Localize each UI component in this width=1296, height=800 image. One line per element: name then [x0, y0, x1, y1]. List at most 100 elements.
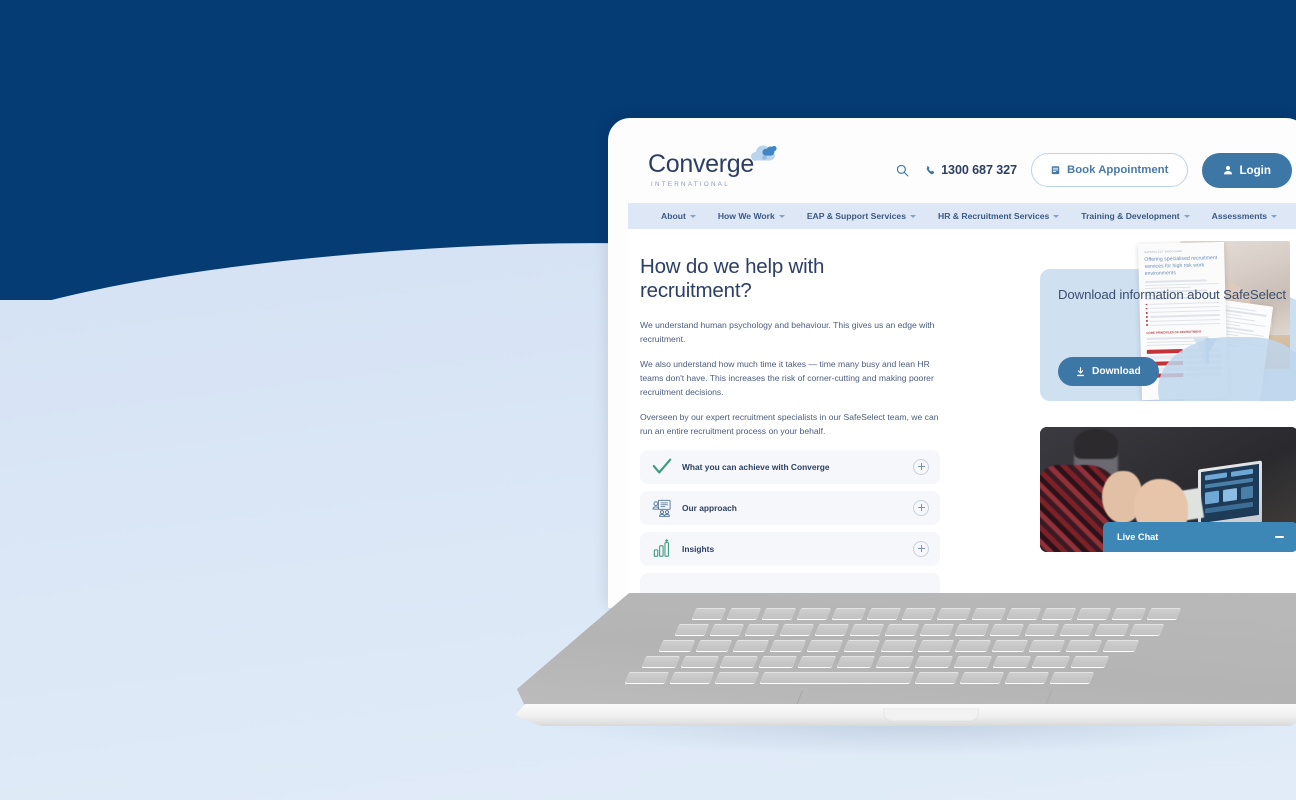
minimize-icon[interactable]	[1275, 536, 1284, 538]
book-appointment-button[interactable]: Book Appointment	[1030, 153, 1189, 187]
accordion-item-insights[interactable]: Insights	[640, 531, 940, 566]
bar-chart-icon	[649, 538, 675, 560]
keyboard-key	[1076, 608, 1112, 619]
keyboard-key	[1041, 608, 1077, 619]
keyboard-key	[780, 624, 815, 635]
keyboard-key	[953, 656, 993, 667]
calendar-icon	[1051, 165, 1060, 175]
keyboard-key	[843, 640, 880, 651]
login-button[interactable]: Login	[1202, 152, 1292, 188]
keyboard-key	[936, 608, 972, 619]
keyboard-key	[1031, 656, 1071, 667]
laptop-open-notch	[883, 708, 979, 722]
keyboard-key	[959, 672, 1005, 683]
keyboard-key	[1025, 624, 1060, 635]
logo-wordmark: Converge	[648, 150, 754, 178]
chevron-down-icon	[1053, 214, 1060, 218]
accordion-item-achieve[interactable]: What you can achieve with Converge	[640, 449, 940, 484]
keyboard-key	[758, 656, 798, 667]
nav-item-eap-support-services[interactable]: EAP & Support Services	[796, 211, 927, 221]
live-chat-bar[interactable]: Live Chat	[1103, 522, 1296, 552]
phone-icon	[925, 165, 936, 176]
keyboard-key	[955, 624, 990, 635]
plus-icon[interactable]	[913, 458, 929, 475]
chevron-down-icon	[778, 214, 785, 218]
phone-link[interactable]: 1300 687 327	[925, 163, 1017, 177]
nav-label: How We Work	[717, 211, 775, 221]
nav-label: Training & Development	[1081, 211, 1180, 221]
keyboard-key	[797, 656, 837, 667]
live-chat-card: Live Chat	[1040, 427, 1296, 552]
nav-item-hr-recruitment-services[interactable]: HR & Recruitment Services	[927, 211, 1070, 221]
nav-label: EAP & Support Services	[806, 211, 906, 221]
photo-laptop	[1198, 460, 1262, 532]
plus-icon[interactable]	[913, 540, 929, 557]
keyboard-key	[1060, 624, 1095, 635]
keyboard-key	[680, 656, 720, 667]
user-icon	[1223, 165, 1233, 175]
keyboard-key	[901, 608, 937, 619]
keyboard-key	[1095, 624, 1130, 635]
brochure-kicker: SAFESELECT BROCHURE	[1144, 249, 1183, 254]
header-actions: 1300 687 327 Book Appointment Login	[893, 152, 1292, 188]
keyboard-key	[641, 656, 681, 667]
keyboard-key	[714, 672, 760, 683]
chevron-down-icon	[689, 214, 696, 218]
keyboard-key	[761, 608, 797, 619]
keyboard-key	[1004, 672, 1050, 683]
keyboard-key	[990, 624, 1025, 635]
keyboard-key	[850, 624, 885, 635]
keyboard-key	[971, 608, 1007, 619]
accordion-label: What you can achieve with Converge	[682, 461, 830, 472]
keyboard-key	[726, 608, 762, 619]
keyboard-key	[1102, 640, 1139, 651]
keyboard-key	[1006, 608, 1042, 619]
keyboard-key	[769, 640, 806, 651]
brochure-bullets	[1145, 301, 1221, 327]
keyboard-key	[1111, 608, 1147, 619]
intro-paragraph-3: Overseen by our expert recruitment speci…	[640, 411, 939, 436]
keyboard-key	[796, 608, 832, 619]
keyboard-key	[885, 624, 920, 635]
intro-paragraph-2: We also understand how much time it take…	[640, 359, 934, 398]
phone-number: 1300 687 327	[941, 163, 1017, 177]
nav-item-how-we-work[interactable]: How We Work	[707, 211, 796, 221]
keyboard-key	[866, 608, 902, 619]
checkmark-icon	[649, 456, 675, 478]
keyboard-key	[1070, 656, 1110, 667]
search-icon[interactable]	[893, 161, 911, 179]
accordion-item-our-approach[interactable]: Our approach	[640, 490, 940, 525]
keyboard-key	[1130, 624, 1165, 635]
document-people-icon	[649, 497, 675, 519]
nav-item-training-development[interactable]: Training & Development	[1070, 211, 1200, 221]
intro-paragraph-1: We understand human psychology and behav…	[640, 320, 935, 345]
laptop-device: Converge INTERNATIONAL 1300 687 327 Book…	[515, 108, 1296, 756]
nav-label: HR & Recruitment Services	[938, 211, 1050, 221]
keyboard-key	[815, 624, 850, 635]
keyboard-key	[875, 656, 915, 667]
nav-item-assessments[interactable]: Assessments	[1201, 211, 1288, 221]
page-content: How do we help with recruitment? We unde…	[628, 229, 1296, 597]
sidebar-column: SAFESELECT BROCHURE Offering specialised…	[1040, 229, 1296, 597]
accordion-list: What you can achieve with Converge Our a…	[640, 449, 940, 597]
keyboard-key	[836, 656, 876, 667]
photo-person-hair	[1074, 429, 1118, 459]
logo-subtitle: INTERNATIONAL	[651, 181, 730, 188]
keyboard-key	[920, 624, 955, 635]
keyboard-key	[1065, 640, 1102, 651]
keyboard-key	[1146, 608, 1182, 619]
accordion-label: Insights	[682, 543, 715, 554]
keyboard-key	[624, 672, 670, 683]
nav-item-contact[interactable]: Contact	[1288, 211, 1296, 221]
site-logo[interactable]: Converge INTERNATIONAL	[644, 145, 777, 188]
keyboard-key	[759, 672, 915, 683]
nav-item-about[interactable]: About	[650, 211, 707, 221]
main-column: How do we help with recruitment? We unde…	[628, 229, 1040, 597]
laptop-keyboard	[624, 608, 1290, 686]
chevron-down-icon	[910, 214, 916, 218]
keyboard-key	[732, 640, 769, 651]
download-button[interactable]: Download	[1058, 357, 1159, 386]
chevron-down-icon	[1183, 214, 1190, 218]
page-title: How do we help with recruitment?	[640, 255, 825, 303]
plus-icon[interactable]	[913, 499, 929, 516]
